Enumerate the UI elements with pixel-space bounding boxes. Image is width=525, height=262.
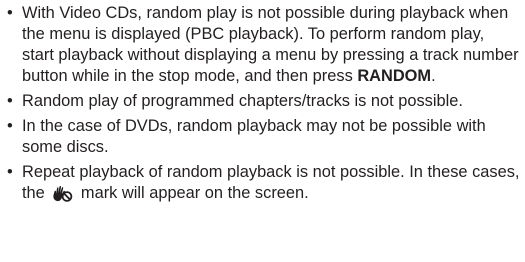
notes-list: • With Video CDs, random play is not pos… xyxy=(2,3,520,212)
note-item-dvd-random: • In the case of DVDs, random playback m… xyxy=(2,116,520,158)
note-item-repeat-random: • Repeat playback of random playback is … xyxy=(2,162,520,208)
random-button-name: RANDOM xyxy=(357,67,432,85)
bullet: • xyxy=(7,4,13,22)
note-text: In the case of DVDs, random playback may… xyxy=(22,117,486,156)
bullet: • xyxy=(7,163,13,181)
note-text-end: . xyxy=(431,67,436,85)
note-text-end: mark will appear on the screen. xyxy=(80,184,309,202)
prohibit-hand-icon xyxy=(51,185,73,208)
note-item-programmed-random: • Random play of programmed chapters/tra… xyxy=(2,91,520,112)
bullet: • xyxy=(7,92,13,110)
note-text: Random play of programmed chapters/track… xyxy=(22,92,463,110)
note-item-video-cd-random: • With Video CDs, random play is not pos… xyxy=(2,3,520,87)
bullet: • xyxy=(7,117,13,135)
note-text: With Video CDs, random play is not possi… xyxy=(22,4,519,85)
